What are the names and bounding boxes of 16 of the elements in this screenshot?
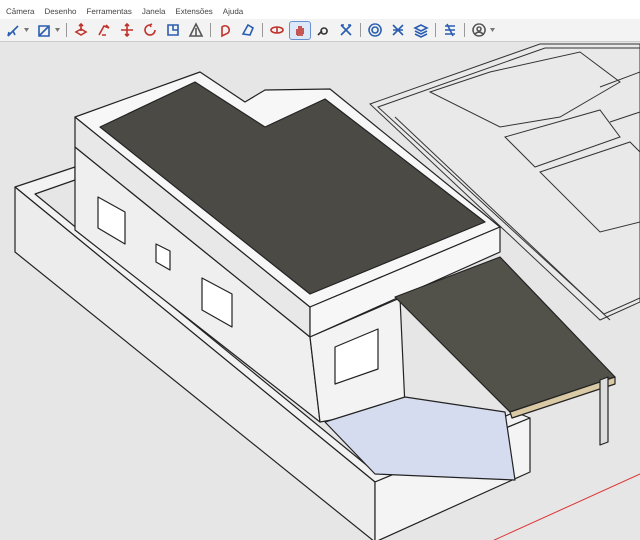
rotate-tool-icon bbox=[142, 22, 158, 38]
toolbar-button[interactable] bbox=[289, 20, 311, 40]
menu-item[interactable]: Câmera bbox=[6, 7, 34, 16]
menu-item[interactable]: Janela bbox=[142, 7, 166, 16]
move-tool-icon bbox=[119, 22, 135, 38]
scale-tool-icon bbox=[165, 22, 181, 38]
pushpull-tool-icon bbox=[73, 22, 89, 38]
layers-tool-icon bbox=[413, 22, 429, 38]
menu-item[interactable]: Ferramentas bbox=[86, 7, 132, 16]
rect-tool-icon bbox=[36, 22, 52, 38]
menu-item[interactable]: Ajuda bbox=[222, 7, 244, 16]
menu-item[interactable]: Extensões bbox=[175, 7, 213, 16]
menu-item[interactable]: Desenho bbox=[44, 7, 76, 16]
measure-tool-icon bbox=[188, 22, 204, 38]
extents-tool-icon bbox=[338, 22, 354, 38]
account-tool-icon bbox=[471, 22, 487, 38]
